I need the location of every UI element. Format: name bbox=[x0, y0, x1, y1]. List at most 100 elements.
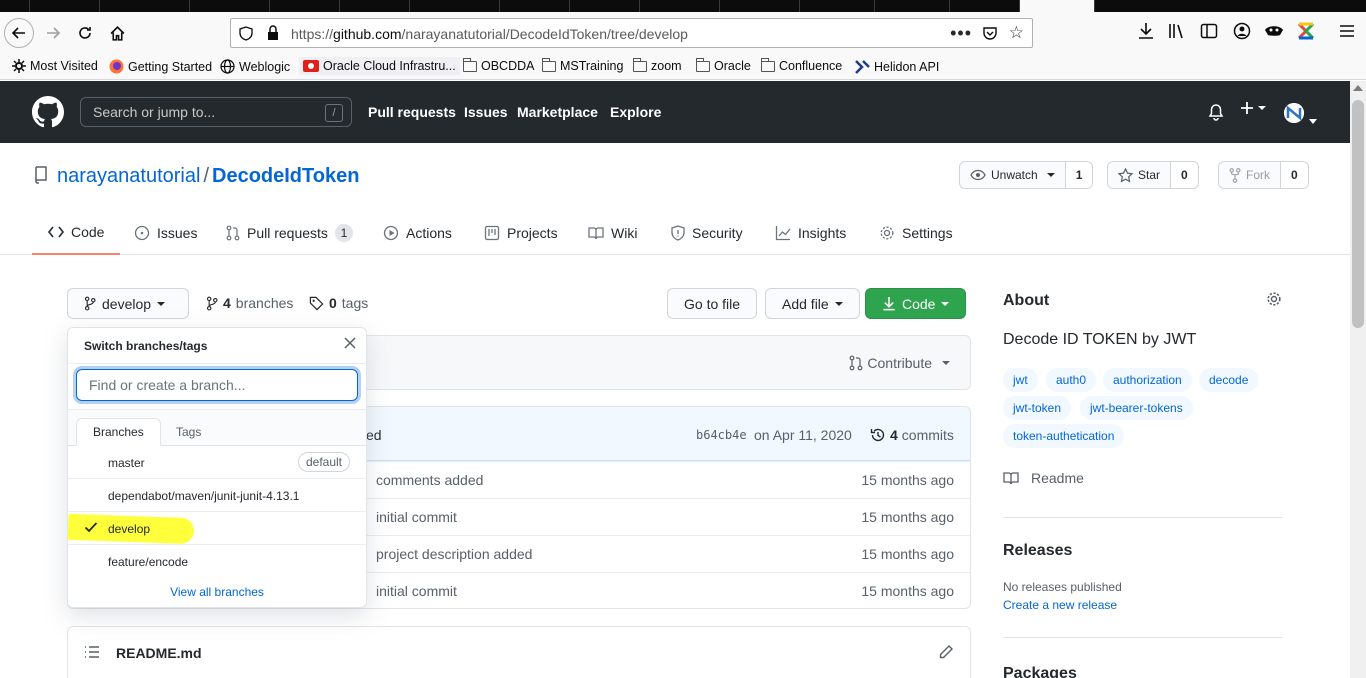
extension-color-icon[interactable] bbox=[1296, 21, 1316, 44]
tags-link[interactable]: 0 tags bbox=[309, 295, 368, 311]
tab-branches[interactable]: Branches bbox=[76, 418, 161, 446]
pencil-icon[interactable] bbox=[938, 644, 954, 663]
bookmark-mstraining[interactable]: MSTraining bbox=[542, 57, 623, 73]
bookmark-star-icon[interactable]: ☆ bbox=[1009, 23, 1024, 43]
browser-tab[interactable] bbox=[340, 0, 410, 12]
pocket-icon[interactable] bbox=[982, 25, 998, 44]
download-icon[interactable] bbox=[1138, 22, 1154, 43]
star-button[interactable]: Star bbox=[1108, 162, 1172, 188]
browser-tab[interactable] bbox=[190, 0, 270, 12]
fork-button[interactable]: Fork bbox=[1219, 162, 1281, 188]
tab-tags[interactable]: Tags bbox=[160, 418, 217, 446]
tab-pull-requests[interactable]: Pull requests 1 bbox=[226, 210, 353, 255]
bookmark-oracle[interactable]: Oracle bbox=[696, 57, 751, 73]
browser-tab[interactable] bbox=[570, 0, 640, 12]
browser-tab[interactable] bbox=[720, 0, 800, 12]
home-button[interactable] bbox=[102, 18, 132, 48]
tab-insights[interactable]: Insights bbox=[775, 210, 846, 255]
bookmark-weblogic[interactable]: Weblogic bbox=[220, 59, 290, 74]
browser-tab[interactable] bbox=[100, 0, 190, 12]
branch-item-feature-encode[interactable]: feature/encode bbox=[68, 545, 366, 578]
branch-item-master[interactable]: master default bbox=[68, 446, 366, 479]
bookmark-getting-started[interactable]: Getting Started bbox=[109, 59, 212, 74]
nav-issues[interactable]: Issues bbox=[464, 104, 508, 120]
gear-icon[interactable] bbox=[1266, 291, 1282, 310]
topic-tag[interactable]: jwt-token bbox=[1003, 396, 1072, 420]
nav-pull-requests[interactable]: Pull requests bbox=[368, 104, 456, 120]
bookmark-oracle-cloud[interactable]: Oracle Cloud Infrastru... bbox=[299, 57, 460, 75]
releases-title[interactable]: Releases bbox=[1003, 542, 1072, 560]
browser-tab[interactable] bbox=[875, 0, 950, 12]
topic-tag[interactable]: jwt-bearer-tokens bbox=[1080, 396, 1193, 420]
commit-sha[interactable]: b64cb4e bbox=[696, 428, 747, 442]
browser-tab[interactable] bbox=[0, 0, 30, 12]
bookmark-obcdda[interactable]: OBCDDA bbox=[463, 57, 534, 73]
branch-select-button[interactable]: develop bbox=[67, 288, 189, 319]
back-button[interactable] bbox=[4, 18, 34, 48]
unwatch-button[interactable]: Unwatch bbox=[960, 162, 1066, 188]
hamburger-menu-icon[interactable] bbox=[1340, 24, 1354, 41]
branch-filter-input[interactable] bbox=[76, 369, 358, 401]
browser-tab[interactable] bbox=[30, 0, 100, 12]
bookmark-most-visited[interactable]: Most Visited bbox=[12, 59, 98, 73]
repo-name-link[interactable]: DecodeIdToken bbox=[212, 165, 359, 187]
account-icon[interactable] bbox=[1233, 22, 1251, 43]
github-search-input[interactable]: Search or jump to... / bbox=[80, 97, 352, 127]
go-to-file-button[interactable]: Go to file bbox=[667, 288, 758, 319]
nav-marketplace[interactable]: Marketplace bbox=[517, 104, 598, 120]
tab-projects[interactable]: Projects bbox=[484, 210, 558, 255]
tab-actions[interactable]: Actions bbox=[383, 210, 452, 255]
reload-button[interactable] bbox=[70, 18, 100, 48]
forward-button[interactable] bbox=[38, 18, 68, 48]
file-commit-message[interactable]: project description added bbox=[376, 546, 532, 562]
bell-icon[interactable] bbox=[1208, 104, 1224, 124]
tab-issues[interactable]: Issues bbox=[134, 210, 197, 255]
topic-tag[interactable]: authorization bbox=[1103, 368, 1192, 392]
list-unordered-icon[interactable] bbox=[84, 645, 100, 662]
nav-explore[interactable]: Explore bbox=[610, 104, 661, 120]
file-commit-message[interactable]: comments added bbox=[376, 472, 483, 488]
contribute-dropdown[interactable]: Contribute bbox=[849, 355, 950, 371]
tab-settings[interactable]: Settings bbox=[879, 210, 953, 255]
browser-tab[interactable] bbox=[500, 0, 570, 12]
close-icon[interactable] bbox=[344, 336, 356, 354]
browser-tab[interactable] bbox=[640, 0, 720, 12]
create-release-link[interactable]: Create a new release bbox=[1003, 598, 1117, 612]
stargazers-count[interactable]: 0 bbox=[1171, 162, 1198, 188]
bookmark-zoom[interactable]: zoom bbox=[633, 57, 682, 73]
packages-title[interactable]: Packages bbox=[1003, 665, 1077, 678]
add-file-button[interactable]: Add file bbox=[765, 288, 860, 319]
file-commit-message[interactable]: initial commit bbox=[376, 583, 457, 599]
code-download-button[interactable]: Code bbox=[865, 288, 967, 319]
scrollbar-thumb[interactable] bbox=[1352, 100, 1364, 328]
scroll-up-arrow[interactable] bbox=[1353, 85, 1363, 91]
extension-mask-icon[interactable] bbox=[1264, 22, 1284, 43]
library-icon[interactable] bbox=[1168, 22, 1186, 43]
avatar[interactable] bbox=[1284, 103, 1304, 123]
address-bar[interactable]: https://github.com/narayanatutorial/Deco… bbox=[230, 18, 1033, 48]
commit-message[interactable]: ed bbox=[366, 427, 382, 443]
shield-icon[interactable] bbox=[239, 26, 253, 44]
browser-tab-active[interactable] bbox=[1020, 0, 1095, 12]
github-logo-icon[interactable] bbox=[32, 96, 64, 131]
readme-link[interactable]: Readme bbox=[1003, 470, 1084, 486]
lock-icon[interactable] bbox=[267, 25, 279, 44]
file-commit-message[interactable]: initial commit bbox=[376, 509, 457, 525]
repo-owner-link[interactable]: narayanatutorial bbox=[57, 165, 200, 187]
browser-tab[interactable] bbox=[950, 0, 1020, 12]
branch-item-dependabot[interactable]: dependabot/maven/junit-junit-4.13.1 bbox=[68, 479, 366, 512]
view-all-branches-link[interactable]: View all branches bbox=[68, 585, 366, 599]
create-new-dropdown[interactable] bbox=[1240, 99, 1266, 122]
forks-count[interactable]: 0 bbox=[1281, 162, 1308, 188]
page-actions-button[interactable]: ••• bbox=[950, 23, 972, 44]
tab-security[interactable]: Security bbox=[671, 210, 743, 255]
branch-item-develop[interactable]: develop bbox=[68, 512, 366, 545]
sidebar-icon[interactable] bbox=[1200, 22, 1218, 43]
bookmark-confluence[interactable]: Confluence bbox=[761, 57, 842, 73]
watchers-count[interactable]: 1 bbox=[1065, 162, 1093, 188]
browser-tab[interactable] bbox=[800, 0, 875, 12]
topic-tag[interactable]: decode bbox=[1199, 368, 1259, 392]
avatar-caret-icon[interactable] bbox=[1309, 111, 1317, 127]
tab-code[interactable]: Code bbox=[32, 210, 121, 255]
browser-tab[interactable] bbox=[410, 0, 500, 12]
